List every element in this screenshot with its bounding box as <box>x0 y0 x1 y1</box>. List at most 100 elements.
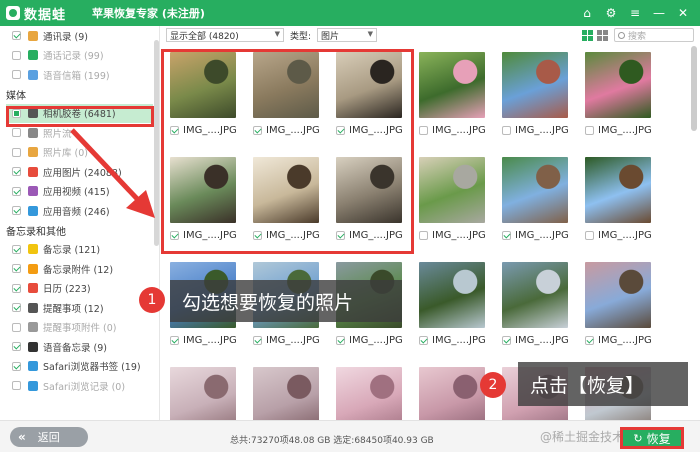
sidebar-item[interactable]: 备忘录 (121) <box>0 240 159 260</box>
photo-item[interactable]: IMG_....JPG <box>415 256 489 346</box>
photo-thumbnail[interactable] <box>419 52 485 118</box>
checkbox[interactable] <box>12 70 21 80</box>
type-select[interactable]: 图片 ▼ <box>317 28 378 42</box>
photo-thumbnail[interactable] <box>585 52 651 118</box>
photo-filename: IMG_....JPG <box>598 125 652 136</box>
minimize-icon[interactable]: — <box>650 6 668 20</box>
sidebar-item[interactable]: Safari浏览器书签 (19) <box>0 357 159 377</box>
photo-checkbox[interactable] <box>585 231 594 240</box>
double-chevron-left-icon: « <box>18 430 26 444</box>
photo-checkbox[interactable] <box>170 336 179 345</box>
photo-item[interactable]: IMG_....JPG <box>498 46 572 136</box>
photo-thumbnail[interactable] <box>585 262 651 328</box>
checkbox[interactable] <box>12 128 21 138</box>
recover-button[interactable]: ↻ 恢复 <box>620 427 684 449</box>
home-icon[interactable]: ⌂ <box>578 6 596 20</box>
menu-icon[interactable]: ≡ <box>626 6 644 20</box>
photo-item[interactable]: IMG_....JPG <box>249 361 323 420</box>
step2-callout-text: 点击【恢复】 <box>530 374 645 397</box>
photo-item[interactable]: IMG_....JPG <box>581 151 655 241</box>
photo-thumbnail[interactable] <box>585 157 651 223</box>
photo-item[interactable]: IMG_....JPG <box>581 256 655 346</box>
photo-thumbnail[interactable] <box>336 367 402 420</box>
category-icon <box>28 50 38 61</box>
photo-checkbox[interactable] <box>419 336 428 345</box>
photo-item[interactable]: IMG_....JPG <box>498 256 572 346</box>
photo-thumbnail[interactable] <box>253 367 319 420</box>
checkbox[interactable] <box>12 244 21 254</box>
search-input[interactable]: 搜索 <box>614 28 694 42</box>
photo-thumbnail[interactable] <box>419 262 485 328</box>
checkbox[interactable] <box>12 283 21 293</box>
checkbox[interactable] <box>12 361 21 371</box>
window-controls: ⌂ ⚙ ≡ — ✕ <box>578 6 700 20</box>
checkbox[interactable] <box>12 50 21 60</box>
photo-checkbox[interactable] <box>336 336 345 345</box>
checkbox[interactable] <box>12 206 21 216</box>
sidebar-item[interactable]: 通话记录 (99) <box>0 46 159 66</box>
sidebar-item[interactable]: Safari浏览记录 (0) <box>0 376 159 396</box>
photo-filename: IMG_....JPG <box>515 230 569 241</box>
photo-thumbnail[interactable] <box>170 367 236 420</box>
photo-filename: IMG_....JPG <box>432 230 486 241</box>
sidebar-item[interactable]: 备忘录附件 (12) <box>0 259 159 279</box>
sidebar-item[interactable]: 通讯录 (9) <box>0 26 159 46</box>
photo-checkbox[interactable] <box>502 126 511 135</box>
arrow-icon <box>70 128 155 218</box>
photo-thumbnail[interactable] <box>502 52 568 118</box>
checkbox[interactable] <box>12 167 21 177</box>
photo-checkbox[interactable] <box>502 231 511 240</box>
photo-checkbox[interactable] <box>502 336 511 345</box>
photo-caption: IMG_....JPG <box>581 335 655 346</box>
photo-thumbnail[interactable] <box>502 157 568 223</box>
sidebar-item-label: 语音信箱 (199) <box>43 70 110 82</box>
photo-item[interactable]: IMG_....JPG <box>415 361 489 420</box>
sidebar-item[interactable]: 提醒事项 (12) <box>0 298 159 318</box>
sidebar-item[interactable]: 提醒事项附件 (0) <box>0 318 159 338</box>
photo-item[interactable]: IMG_....JPG <box>332 361 406 420</box>
checkbox[interactable] <box>12 381 21 391</box>
sidebar-item[interactable]: 日历 (223) <box>0 279 159 299</box>
checkbox[interactable] <box>12 186 21 196</box>
photo-thumbnail[interactable] <box>502 262 568 328</box>
category-icon <box>28 263 38 274</box>
category-icon <box>28 302 38 313</box>
checkbox[interactable] <box>12 264 21 274</box>
list-view-icon[interactable] <box>597 29 608 41</box>
close-icon[interactable]: ✕ <box>674 6 692 20</box>
photo-filename: IMG_....JPG <box>349 335 403 346</box>
photo-checkbox[interactable] <box>419 126 428 135</box>
checkbox[interactable] <box>12 322 21 332</box>
gear-icon[interactable]: ⚙ <box>602 6 620 20</box>
photo-checkbox[interactable] <box>585 126 594 135</box>
checkbox[interactable] <box>12 31 21 41</box>
category-icon <box>28 380 38 391</box>
filter-select[interactable]: 显示全部 (4820) ▼ <box>166 28 284 42</box>
toolbar: 显示全部 (4820) ▼ 类型: 图片 ▼ 搜索 <box>160 26 700 44</box>
sidebar-item[interactable]: 语音信箱 (199) <box>0 65 159 85</box>
back-button[interactable]: « 返回 <box>10 427 88 447</box>
checkbox[interactable] <box>12 303 21 313</box>
photo-checkbox[interactable] <box>253 336 262 345</box>
step1-callout: 勾选想要恢复的照片 <box>170 280 402 322</box>
grid-scrollbar[interactable] <box>691 46 697 131</box>
grid-view-icon[interactable] <box>582 29 593 41</box>
checkbox[interactable] <box>12 147 21 157</box>
photo-caption: IMG_....JPG <box>415 125 489 136</box>
photo-checkbox[interactable] <box>585 336 594 345</box>
photo-item[interactable]: IMG_....JPG <box>415 151 489 241</box>
photo-item[interactable]: IMG_....JPG <box>581 46 655 136</box>
photo-thumbnail[interactable] <box>419 367 485 420</box>
photo-item[interactable]: IMG_....JPG <box>415 46 489 136</box>
photo-item[interactable]: IMG_....JPG <box>498 151 572 241</box>
photo-item[interactable]: IMG_....JPG <box>166 361 240 420</box>
sidebar-item[interactable]: 语音备忘录 (9) <box>0 337 159 357</box>
category-icon <box>28 166 38 177</box>
photo-checkbox[interactable] <box>419 231 428 240</box>
photo-thumbnail[interactable] <box>419 157 485 223</box>
sidebar-item-label: 语音备忘录 (9) <box>43 342 107 354</box>
photo-filename: IMG_....JPG <box>515 335 569 346</box>
frog-logo-icon <box>6 6 20 20</box>
checkbox[interactable] <box>12 342 21 352</box>
step1-callout-text: 勾选想要恢复的照片 <box>182 291 354 314</box>
